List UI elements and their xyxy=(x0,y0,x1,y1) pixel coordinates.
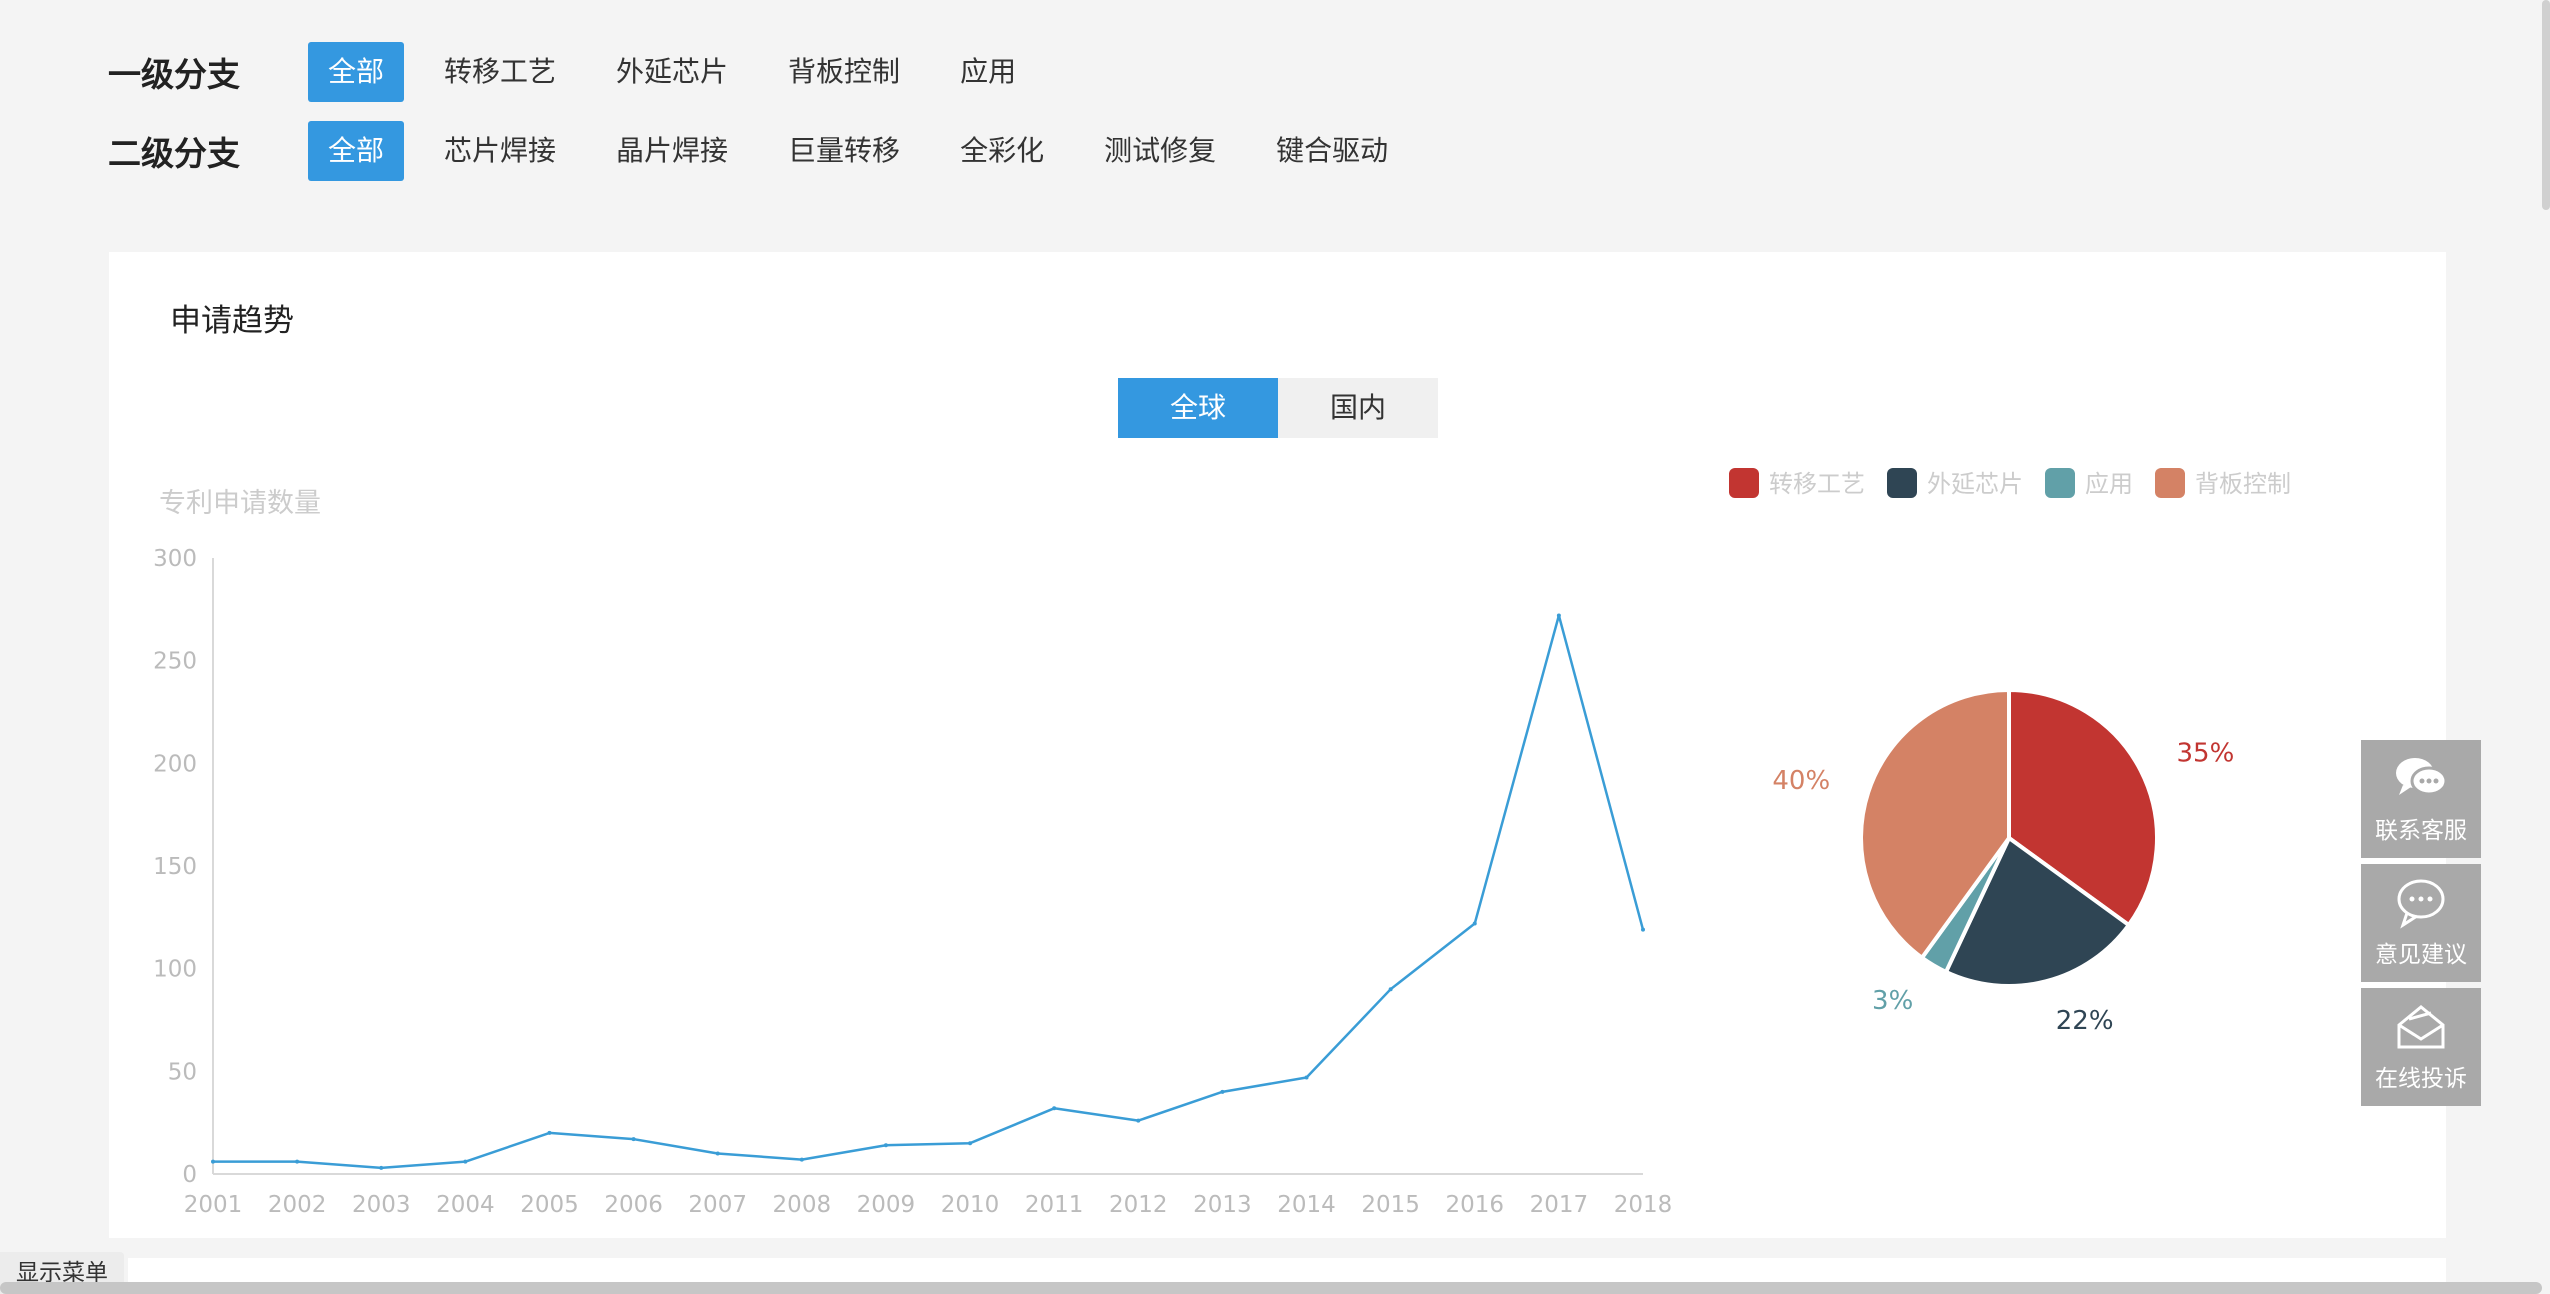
filter-label-level1: 一级分支 xyxy=(108,55,240,94)
horizontal-scrollbar[interactable] xyxy=(0,1282,2542,1294)
complaint-label: 在线投诉 xyxy=(2375,1066,2467,1092)
filter-level1-application[interactable]: 应用 xyxy=(940,42,1036,102)
legend-label: 背板控制 xyxy=(2195,470,2291,498)
contact-service-button[interactable]: 联系客服 xyxy=(2361,740,2481,858)
filter-level2-all[interactable]: 全部 xyxy=(308,121,405,181)
filter-level1-all[interactable]: 全部 xyxy=(308,42,405,102)
filter-level1-transfer-process[interactable]: 转移工艺 xyxy=(424,42,576,102)
pie-slice-label: 3% xyxy=(1872,986,1913,1016)
pie-slice-label: 35% xyxy=(2177,739,2235,769)
legend-swatch xyxy=(2045,468,2075,498)
legend-swatch xyxy=(1729,468,1759,498)
filter-level2-bonding-drive[interactable]: 键合驱动 xyxy=(1256,121,1408,181)
legend-swatch xyxy=(1887,468,1917,498)
envelope-icon xyxy=(2397,1005,2445,1049)
legend-label: 外延芯片 xyxy=(1927,470,2023,498)
filter-level1-backplane-control[interactable]: 背板控制 xyxy=(768,42,920,102)
pie-slice-label: 40% xyxy=(1772,766,1830,796)
feedback-button[interactable]: 意见建议 xyxy=(2361,864,2481,982)
feedback-label: 意见建议 xyxy=(2375,942,2467,968)
filter-level2-test-repair[interactable]: 测试修复 xyxy=(1084,121,1236,181)
filter-row-level1: 一级分支 全部 转移工艺 外延芯片 背板控制 应用 xyxy=(108,42,1056,102)
trend-card: 申请趋势 全球 国内 专利申请数量 0 50 100 150 200 250 300 2001 2… xyxy=(109,252,2446,1238)
legend-label: 转移工艺 xyxy=(1769,470,1865,498)
vertical-scrollbar[interactable] xyxy=(2542,0,2550,210)
filter-level2-mass-transfer[interactable]: 巨量转移 xyxy=(768,121,920,181)
filter-level1-epitaxial-chip[interactable]: 外延芯片 xyxy=(596,42,748,102)
pie-slice-label: 22% xyxy=(2056,1006,2114,1036)
filter-row-level2: 二级分支 全部 芯片焊接 晶片焊接 巨量转移 全彩化 测试修复 键合驱动 xyxy=(108,121,1428,181)
legend-swatch xyxy=(2155,468,2185,498)
filter-level2-chip-bonding[interactable]: 芯片焊接 xyxy=(424,121,576,181)
filter-level2-full-color[interactable]: 全彩化 xyxy=(940,121,1064,181)
filter-level2-wafer-bonding[interactable]: 晶片焊接 xyxy=(596,121,748,181)
comment-icon xyxy=(2397,879,2445,929)
chat-bubbles-icon xyxy=(2396,758,2448,796)
filter-label-level2: 二级分支 xyxy=(108,134,240,173)
complaint-button[interactable]: 在线投诉 xyxy=(2361,988,2481,1106)
side-toolbar: 联系客服 意见建议 在线投诉 xyxy=(2361,740,2481,1112)
contact-service-label: 联系客服 xyxy=(2375,818,2467,844)
legend-label: 应用 xyxy=(2085,470,2133,498)
pie-chart: 转移工艺 外延芯片 应用 背板控制 35% 22% 3% 40% xyxy=(1729,468,2291,1036)
